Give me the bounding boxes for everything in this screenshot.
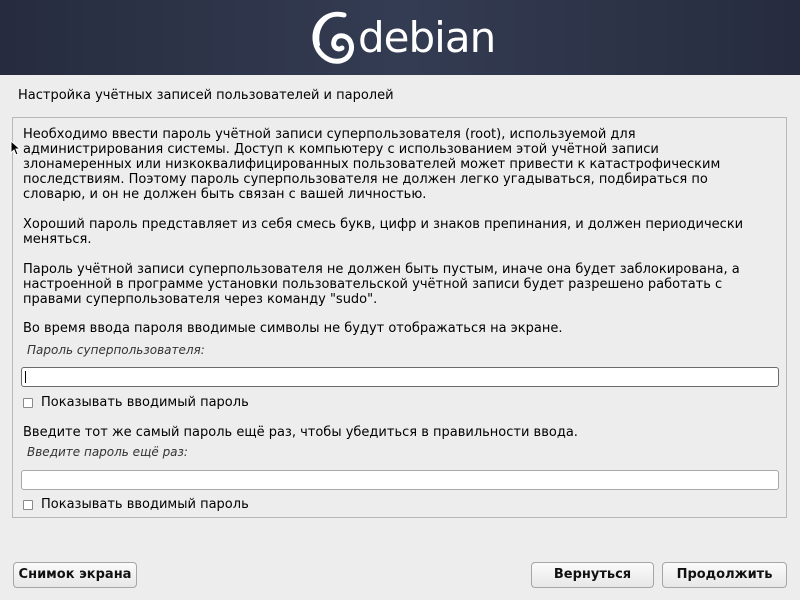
empty-password-paragraph: Пароль учётной записи суперпользователя … [23,262,740,307]
continue-button[interactable]: Продолжить [662,562,787,588]
root-password-label: Пароль суперпользователя: [27,343,205,357]
show-confirm-password-label: Показывать вводимый пароль [41,497,249,512]
debian-swirl-icon [312,11,355,64]
confirm-password-input[interactable] [21,470,779,490]
hidden-input-note: Во время ввода пароля вводимые символы н… [23,321,563,336]
good-password-paragraph: Хороший пароль представляет из себя смес… [23,217,744,247]
show-root-password-label: Показывать вводимый пароль [41,395,249,410]
debian-banner: debian [0,0,800,75]
content-panel: Необходимо ввести пароль учётной записи … [12,117,787,518]
text-caret [25,371,26,383]
step-title: Настройка учётных записей пользователей … [18,88,394,103]
debian-logo: debian [306,5,496,71]
back-button[interactable]: Вернуться [531,562,654,588]
checkbox-icon[interactable] [23,500,33,510]
confirm-password-label: Введите пароль ещё раз: [27,445,188,459]
debian-logo-text: debian [358,13,496,62]
confirm-prompt: Введите тот же самый пароль ещё раз, что… [23,425,578,440]
screenshot-button[interactable]: Снимок экрана [13,562,137,588]
mouse-pointer-icon [10,140,20,156]
intro-paragraph: Необходимо ввести пароль учётной записи … [23,127,721,202]
checkbox-icon[interactable] [23,398,33,408]
root-password-input[interactable] [21,367,779,387]
